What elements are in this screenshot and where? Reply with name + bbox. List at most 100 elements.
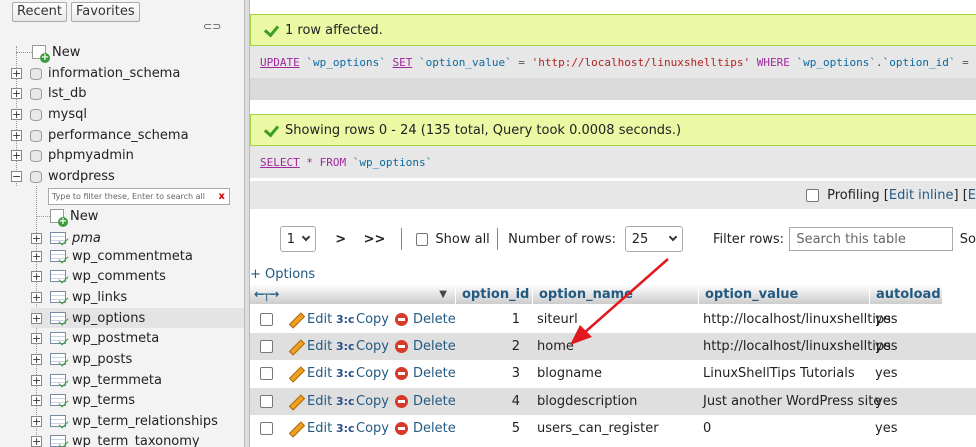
favorites-button[interactable]: Favorites <box>70 2 140 22</box>
options-link[interactable]: + Options <box>250 267 315 282</box>
sql-keyword[interactable]: SET <box>392 56 412 69</box>
show-all-checkbox[interactable] <box>415 232 428 246</box>
tree-item-db-wordpress[interactable]: − wordpress <box>11 166 115 186</box>
delete-button[interactable]: Delete <box>395 388 456 415</box>
tree-item-label[interactable]: wp_commentmeta <box>72 249 193 264</box>
column-arrows-icon[interactable]: ←┬→ <box>254 287 279 301</box>
tree-item-table-active[interactable]: + wp_options <box>31 308 244 328</box>
filter-rows-input[interactable]: Search this table <box>789 227 953 251</box>
expand-icon[interactable]: + <box>11 87 22 99</box>
tree-item-label[interactable]: wp_comments <box>72 269 166 284</box>
tree-item-table[interactable]: + wp_posts <box>31 349 132 369</box>
tree-item-db[interactable]: + performance_schema <box>11 125 189 145</box>
tree-item-table[interactable]: + pma <box>31 228 101 248</box>
cell-option-value[interactable]: Just another WordPress site <box>703 388 881 415</box>
row-checkbox[interactable] <box>260 367 273 380</box>
tree-item-label[interactable]: wordpress <box>48 169 115 184</box>
cell-autoload[interactable]: yes <box>875 415 897 442</box>
copy-button[interactable]: 3:c Copy <box>336 333 389 360</box>
copy-button[interactable]: 3:c Copy <box>336 360 389 387</box>
expand-icon[interactable]: + <box>31 270 42 282</box>
cell-option-name[interactable]: blogname <box>537 360 602 387</box>
expand-icon[interactable]: + <box>31 312 42 324</box>
tree-item-new-table[interactable]: New <box>50 206 98 227</box>
expand-icon[interactable]: + <box>31 353 42 365</box>
tree-item-table[interactable]: + wp_term_taxonomy <box>31 431 200 447</box>
delete-button[interactable]: Delete <box>395 306 456 333</box>
tree-item-label[interactable]: wp_postmeta <box>72 331 159 346</box>
tree-item-table[interactable]: + wp_commentmeta <box>31 246 193 266</box>
cell-autoload[interactable]: yes <box>875 360 897 387</box>
tree-item-label[interactable]: wp_termmeta <box>72 373 162 388</box>
tree-item-label[interactable]: mysql <box>48 107 87 122</box>
expand-icon[interactable]: + <box>11 108 22 120</box>
tree-item-label[interactable]: wp_options <box>72 311 145 326</box>
tree-item-label[interactable]: wp_posts <box>72 352 132 367</box>
cell-option-id[interactable]: 3 <box>456 360 520 387</box>
sort-dropdown-icon[interactable]: ▼ <box>439 289 447 300</box>
cell-option-value[interactable]: http://localhost/linuxshelltips <box>703 306 891 333</box>
copy-button[interactable]: 3:c Copy <box>336 388 389 415</box>
tree-item-table[interactable]: + wp_termmeta <box>31 370 162 390</box>
delete-button[interactable]: Delete <box>395 360 456 387</box>
edit-button[interactable]: Edit <box>288 306 332 333</box>
tree-item-label[interactable]: wp_term_relationships <box>72 414 218 429</box>
collapse-icon[interactable]: − <box>11 170 22 182</box>
expand-icon[interactable]: + <box>31 415 42 427</box>
cell-autoload[interactable]: yes <box>875 333 897 360</box>
edit-button[interactable]: Edit <box>288 360 332 387</box>
expand-icon[interactable]: + <box>11 149 22 161</box>
tree-item-table[interactable]: + wp_links <box>31 287 127 307</box>
tree-item-label[interactable]: performance_schema <box>48 128 189 143</box>
tree-item-db[interactable]: + lst_db <box>11 83 87 103</box>
expand-icon[interactable]: + <box>31 394 42 406</box>
expand-icon[interactable]: + <box>31 374 42 386</box>
cell-option-value[interactable]: http://localhost/linuxshelltips <box>703 333 891 360</box>
tree-item-label[interactable]: wp_links <box>72 290 127 305</box>
profiling-checkbox[interactable] <box>805 188 819 202</box>
column-header-autoload[interactable]: autoload <box>870 284 943 304</box>
row-checkbox[interactable] <box>260 395 273 408</box>
delete-button[interactable]: Delete <box>395 333 456 360</box>
edit-link[interactable]: E <box>968 188 976 203</box>
cell-autoload[interactable]: yes <box>875 306 897 333</box>
copy-button[interactable]: 3:c Copy <box>336 306 389 333</box>
page-select[interactable]: 1 <box>279 226 316 252</box>
cell-option-id[interactable]: 2 <box>456 333 520 360</box>
table-filter-input[interactable]: Type to filter these, Enter to search al… <box>48 188 230 205</box>
row-checkbox[interactable] <box>260 422 273 435</box>
tree-item-label[interactable]: phpmyadmin <box>48 148 134 163</box>
tree-item-label[interactable]: wp_terms <box>72 393 135 408</box>
tree-item-label[interactable]: pma <box>72 231 101 246</box>
tree-item-label[interactable]: lst_db <box>48 86 87 101</box>
cell-option-name[interactable]: users_can_register <box>537 415 659 442</box>
column-header-option-value[interactable]: option_value <box>699 284 870 304</box>
expand-icon[interactable]: + <box>31 250 42 262</box>
expand-icon[interactable]: + <box>31 435 42 447</box>
edit-inline-link[interactable]: Edit inline <box>889 188 954 203</box>
cell-option-id[interactable]: 4 <box>456 388 520 415</box>
clear-filter-icon[interactable]: x <box>219 189 225 204</box>
tree-item-label[interactable]: information_schema <box>48 66 180 81</box>
cell-option-name[interactable]: blogdescription <box>537 388 637 415</box>
row-checkbox[interactable] <box>260 313 273 326</box>
expand-icon[interactable]: + <box>11 129 22 141</box>
cell-option-id[interactable]: 5 <box>456 415 520 442</box>
delete-button[interactable]: Delete <box>395 415 456 442</box>
tree-item-label[interactable]: wp_term_taxonomy <box>72 434 200 447</box>
row-checkbox[interactable] <box>260 340 273 353</box>
cell-autoload[interactable]: yes <box>875 388 897 415</box>
expand-icon[interactable]: + <box>31 232 42 244</box>
recent-button[interactable]: Recent <box>12 2 67 22</box>
cell-option-id[interactable]: 1 <box>456 306 520 333</box>
tree-item-table[interactable]: + wp_terms <box>31 390 135 410</box>
tree-item-table[interactable]: + wp_postmeta <box>31 328 159 348</box>
link-icon[interactable]: ⊂⊃ <box>203 21 221 32</box>
next-page-button[interactable]: > <box>335 232 346 247</box>
cell-option-value[interactable]: LinuxShellTips Tutorials <box>703 360 855 387</box>
edit-button[interactable]: Edit <box>288 333 332 360</box>
cell-option-value[interactable]: 0 <box>703 415 711 442</box>
sql-keyword[interactable]: SELECT <box>260 156 300 169</box>
tree-item-db[interactable]: + mysql <box>11 104 87 124</box>
expand-icon[interactable]: + <box>11 67 22 79</box>
